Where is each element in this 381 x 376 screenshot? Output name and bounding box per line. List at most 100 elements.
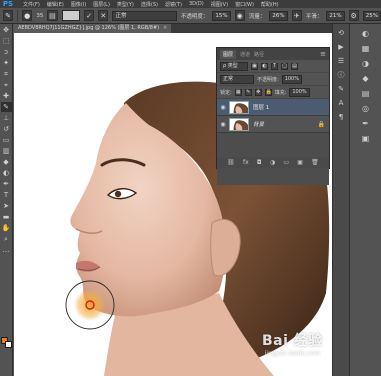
tablet-pressure-icon[interactable]: ◉ <box>234 10 245 21</box>
layers-footer: ⛓ fx ◘ ◑ ▭ ▣ 🗑 <box>217 157 329 168</box>
settings-icon[interactable]: ⚙ <box>348 10 359 21</box>
adjustment-icon[interactable]: ◑ <box>270 159 275 166</box>
lock-pixels-icon[interactable]: ✎ <box>244 88 252 96</box>
properties-icon[interactable]: ☰ <box>335 55 348 66</box>
clone-stamp-tool-icon[interactable]: ⊥ <box>1 113 12 123</box>
brush-panel-icon[interactable]: ▤ <box>47 10 58 21</box>
healing-tool-icon[interactable]: ✚ <box>1 91 12 101</box>
airbrush-icon[interactable]: ✈ <box>291 10 302 21</box>
document-tab-label: AEBDV8RHQ7J11GZHGZ}].jpg @ 126% (图层 1, R… <box>18 25 160 31</box>
cancel-icon[interactable]: ✕ <box>98 10 109 21</box>
menu-view[interactable]: 视图(V) <box>211 1 228 8</box>
menu-type[interactable]: 类型(Y) <box>117 1 134 8</box>
swatches-icon[interactable]: ▦ <box>352 42 380 54</box>
panel-menu-icon[interactable]: ≡ <box>320 50 326 58</box>
filter-pixel-icon[interactable]: ▣ <box>251 62 258 70</box>
channels-icon[interactable]: ◎ <box>352 102 380 114</box>
tab-channels[interactable]: 通道 <box>240 51 250 58</box>
mode-select[interactable]: 正常 <box>112 10 177 21</box>
menu-3d[interactable]: 3D(D) <box>189 1 204 7</box>
type-tool-icon[interactable]: T <box>1 190 12 200</box>
opacity-field[interactable]: 15% <box>212 10 231 21</box>
layer-name[interactable]: 图层 1 <box>253 103 269 111</box>
blend-mode-select[interactable]: 正常 <box>220 74 254 84</box>
eyedropper-tool-icon[interactable]: ⌖ <box>1 80 12 90</box>
menu-window[interactable]: 窗口(W) <box>235 1 254 8</box>
blur-tool-icon[interactable]: ◆ <box>1 157 12 167</box>
layers-icon[interactable]: ▤ <box>352 87 380 99</box>
marquee-tool-icon[interactable]: ⬚ <box>1 36 12 46</box>
menu-image[interactable]: 图像(I) <box>71 1 86 8</box>
menu-layer[interactable]: 图层(L) <box>93 1 110 8</box>
trash-icon[interactable]: 🗑 <box>311 159 319 166</box>
filter-smart-icon[interactable]: ▤ <box>291 62 298 70</box>
eraser-tool-icon[interactable]: ▭ <box>1 135 12 145</box>
tab-layers[interactable]: 图层 <box>220 49 237 59</box>
actions-icon[interactable]: ▶ <box>335 41 348 52</box>
menu-select[interactable]: 选择(S) <box>141 1 158 8</box>
menu-help[interactable]: 帮助(H) <box>261 1 279 8</box>
group-icon[interactable]: ▭ <box>283 159 289 166</box>
menu-filter[interactable]: 滤镜(T) <box>165 1 182 8</box>
fill-field[interactable]: 100% <box>289 87 310 97</box>
lock-all-icon[interactable]: 🔒 <box>264 88 272 96</box>
paths-icon[interactable]: ✒ <box>352 117 380 129</box>
color-icon[interactable]: ◐ <box>352 27 380 39</box>
flow-field[interactable]: 26% <box>269 10 288 21</box>
mask-icon[interactable]: ◘ <box>257 159 262 166</box>
close-tab-icon[interactable]: × <box>163 25 167 31</box>
lock-position-icon[interactable]: ✥ <box>254 88 262 96</box>
brush-tool-icon[interactable]: ✎ <box>3 10 14 21</box>
layer-row-layer1[interactable]: ◉ 图层 1 <box>217 99 329 116</box>
link-icon[interactable]: ⛓ <box>227 159 235 166</box>
checkmark-icon[interactable]: ✓ <box>84 10 95 21</box>
filter-shape-icon[interactable]: ▢ <box>281 62 288 70</box>
background-color-swatch[interactable] <box>5 341 12 348</box>
shape-tool-icon[interactable]: ▬ <box>1 212 12 222</box>
photoshop-logo: PS <box>0 0 16 8</box>
crop-tool-icon[interactable]: ⌗ <box>1 69 12 79</box>
fx-icon[interactable]: fx <box>243 159 249 166</box>
new-layer-icon[interactable]: ▣ <box>297 159 303 166</box>
opacity-label: 不透明度： <box>180 13 209 20</box>
paragraph-icon[interactable]: ¶ <box>335 111 348 122</box>
color-swatches[interactable] <box>1 337 12 348</box>
info-icon[interactable]: ⓘ <box>335 69 348 80</box>
brush-size-icon[interactable]: ● <box>22 10 33 21</box>
menu-edit[interactable]: 编辑(E) <box>47 1 64 8</box>
history-brush-tool-icon[interactable]: ↺ <box>1 124 12 134</box>
styles-icon[interactable]: ◆ <box>352 72 380 84</box>
menu-file[interactable]: 文件(F) <box>23 1 40 8</box>
visibility-eye-icon[interactable]: ◉ <box>217 121 229 128</box>
symmetry-field[interactable]: 25% <box>362 10 381 21</box>
document-tab[interactable]: AEBDV8RHQ7J11GZHGZ}].jpg @ 126% (图层 1, R… <box>14 24 172 33</box>
smoothing-field[interactable]: 21% <box>326 10 345 21</box>
filter-adjustment-icon[interactable]: ◐ <box>261 62 268 70</box>
adjustments-icon[interactable]: ◑ <box>352 57 380 69</box>
move-tool-icon[interactable]: ✥ <box>1 25 12 35</box>
brush-presets-icon[interactable]: ✎ <box>335 83 348 94</box>
history-icon[interactable]: ⟲ <box>335 27 348 38</box>
visibility-eye-icon[interactable]: ◉ <box>217 104 229 111</box>
hand-tool-icon[interactable]: ✋ <box>1 223 12 233</box>
lasso-tool-icon[interactable]: ↄ <box>1 47 12 57</box>
layer-opacity-field[interactable]: 100% <box>281 74 302 84</box>
brush-tool-icon[interactable]: ✎ <box>0 102 12 112</box>
sample-swatch[interactable] <box>61 10 80 21</box>
quick-select-tool-icon[interactable]: ✦ <box>1 58 12 68</box>
lock-transparent-icon[interactable]: ▦ <box>234 88 242 96</box>
layer-row-background[interactable]: ◉ 背景 🔒 <box>217 116 329 133</box>
dodge-tool-icon[interactable]: ◐ <box>1 168 12 178</box>
character-icon[interactable]: A <box>335 97 348 108</box>
tab-paths[interactable]: 路径 <box>254 51 264 58</box>
pen-tool-icon[interactable]: ✒ <box>1 179 12 189</box>
smoothing-label: 平滑： <box>305 13 323 20</box>
layer-filter-select[interactable]: ρ 类型 <box>220 61 248 71</box>
more-tools-icon[interactable]: … <box>1 245 12 255</box>
gradient-tool-icon[interactable]: ▥ <box>1 146 12 156</box>
libraries-icon[interactable]: ▣ <box>352 132 380 144</box>
path-select-tool-icon[interactable]: ➤ <box>1 201 12 211</box>
zoom-tool-icon[interactable]: ⌕ <box>1 234 12 244</box>
layer-name[interactable]: 背景 <box>253 120 264 128</box>
filter-type-icon[interactable]: T <box>271 62 278 70</box>
